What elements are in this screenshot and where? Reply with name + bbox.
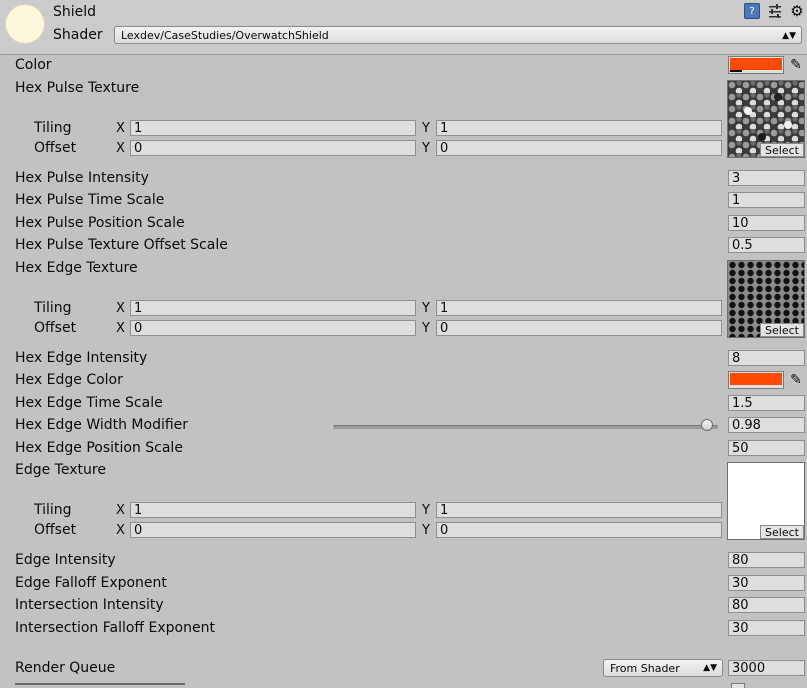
hex-edge-tiling-label: Tiling: [34, 300, 72, 316]
material-preview-icon: [5, 4, 45, 44]
hex-pulse-time-scale-field[interactable]: 1: [728, 192, 805, 208]
hex-pulse-offset-x[interactable]: 0: [130, 140, 416, 156]
hex-edge-tiling-x[interactable]: 1: [130, 300, 416, 316]
material-name: Shield: [53, 4, 97, 20]
render-queue-dropdown[interactable]: From Shader ▲▼: [603, 659, 723, 677]
hex-edge-select-button[interactable]: Select: [760, 323, 804, 337]
dropdown-arrow-icon: ▲▼: [782, 31, 796, 41]
color-fill: [730, 373, 782, 385]
alpha-bar: [730, 70, 742, 72]
hex-pulse-texture-label: Hex Pulse Texture: [15, 80, 140, 96]
edge-intensity-field[interactable]: 80: [728, 552, 805, 568]
y-label: Y: [422, 321, 430, 336]
hex-edge-width-slider-track[interactable]: [333, 425, 718, 429]
hex-pulse-intensity-label: Hex Pulse Intensity: [15, 170, 149, 186]
hex-edge-width-modifier-field[interactable]: 0.98: [728, 417, 805, 433]
eyedropper-icon[interactable]: ✎: [787, 371, 805, 389]
color-swatch[interactable]: [728, 56, 784, 74]
sliders-icon[interactable]: [767, 3, 783, 19]
hex-pulse-offset-label: Offset: [34, 140, 77, 156]
y-label: Y: [422, 121, 430, 136]
hex-edge-time-scale-label: Hex Edge Time Scale: [15, 395, 163, 411]
edge-offset-label: Offset: [34, 522, 77, 538]
hex-edge-width-slider-thumb[interactable]: [701, 419, 713, 431]
hex-pulse-texture-slot[interactable]: Select: [727, 80, 805, 158]
hex-edge-offset-x[interactable]: 0: [130, 320, 416, 336]
edge-texture-slot[interactable]: Select: [727, 462, 805, 540]
cutoff-checkbox[interactable]: [731, 683, 745, 688]
hex-pulse-texture-offset-scale-field[interactable]: 0.5: [728, 237, 805, 253]
hex-edge-intensity-label: Hex Edge Intensity: [15, 350, 148, 366]
y-label: Y: [422, 141, 430, 156]
intersection-intensity-field[interactable]: 80: [728, 597, 805, 613]
hex-edge-texture-slot[interactable]: Select: [727, 260, 805, 338]
hex-pulse-intensity-field[interactable]: 3: [728, 170, 805, 186]
dropdown-arrow-icon: ▲▼: [703, 663, 717, 673]
edge-tiling-y[interactable]: 1: [436, 502, 722, 518]
hex-pulse-select-button[interactable]: Select: [760, 143, 804, 157]
hex-edge-texture-label: Hex Edge Texture: [15, 260, 138, 276]
x-label: X: [116, 503, 125, 518]
cutoff-text-fragment: [15, 683, 185, 685]
hex-edge-offset-y[interactable]: 0: [436, 320, 722, 336]
material-header: Shield Shader Lexdev/CaseStudies/Overwat…: [0, 0, 807, 55]
y-label: Y: [422, 523, 430, 538]
hex-edge-position-scale-field[interactable]: 50: [728, 440, 805, 456]
hex-edge-intensity-field[interactable]: 8: [728, 350, 805, 366]
book-help-icon[interactable]: ?: [744, 3, 760, 19]
hex-pulse-tiling-label: Tiling: [34, 120, 72, 136]
edge-select-button[interactable]: Select: [760, 525, 804, 539]
render-queue-mode: From Shader: [610, 662, 680, 675]
x-label: X: [116, 321, 125, 336]
hex-edge-width-modifier-label: Hex Edge Width Modifier: [15, 417, 189, 433]
hex-edge-tiling-y[interactable]: 1: [436, 300, 722, 316]
hex-pulse-position-scale-field[interactable]: 10: [728, 215, 805, 231]
hex-pulse-tiling-y[interactable]: 1: [436, 120, 722, 136]
color-label: Color: [15, 57, 52, 73]
intersection-falloff-exponent-field[interactable]: 30: [728, 620, 805, 636]
x-label: X: [116, 141, 125, 156]
y-label: Y: [422, 301, 430, 316]
hex-edge-position-scale-label: Hex Edge Position Scale: [15, 440, 183, 456]
color-fill: [730, 58, 782, 70]
hex-edge-time-scale-field[interactable]: 1.5: [728, 395, 805, 411]
edge-falloff-exponent-field[interactable]: 30: [728, 575, 805, 591]
next-row-cutoff: [0, 683, 807, 688]
intersection-intensity-label: Intersection Intensity: [15, 597, 164, 613]
hex-pulse-time-scale-label: Hex Pulse Time Scale: [15, 192, 165, 208]
edge-offset-y[interactable]: 0: [436, 522, 722, 538]
hex-pulse-tiling-x[interactable]: 1: [130, 120, 416, 136]
render-queue-label: Render Queue: [15, 660, 116, 676]
intersection-falloff-exponent-label: Intersection Falloff Exponent: [15, 620, 215, 636]
x-label: X: [116, 121, 125, 136]
shader-dropdown[interactable]: Lexdev/CaseStudies/OverwatchShield ▲▼: [114, 26, 802, 44]
gear-icon[interactable]: ⚙: [789, 3, 805, 19]
hex-edge-color-swatch[interactable]: [728, 371, 784, 389]
hex-pulse-texture-offset-scale-label: Hex Pulse Texture Offset Scale: [15, 237, 228, 253]
x-label: X: [116, 523, 125, 538]
render-queue-field[interactable]: 3000: [728, 660, 805, 676]
edge-texture-label: Edge Texture: [15, 462, 106, 478]
hex-edge-color-label: Hex Edge Color: [15, 372, 123, 388]
hex-edge-offset-label: Offset: [34, 320, 77, 336]
edge-tiling-x[interactable]: 1: [130, 502, 416, 518]
edge-offset-x[interactable]: 0: [130, 522, 416, 538]
eyedropper-icon[interactable]: ✎: [787, 56, 805, 74]
edge-tiling-label: Tiling: [34, 502, 72, 518]
hex-pulse-offset-y[interactable]: 0: [436, 140, 722, 156]
y-label: Y: [422, 503, 430, 518]
shader-dropdown-value: Lexdev/CaseStudies/OverwatchShield: [121, 29, 329, 42]
shader-label: Shader: [53, 27, 103, 43]
hex-pulse-position-scale-label: Hex Pulse Position Scale: [15, 215, 185, 231]
edge-intensity-label: Edge Intensity: [15, 552, 116, 568]
edge-falloff-exponent-label: Edge Falloff Exponent: [15, 575, 167, 591]
x-label: X: [116, 301, 125, 316]
